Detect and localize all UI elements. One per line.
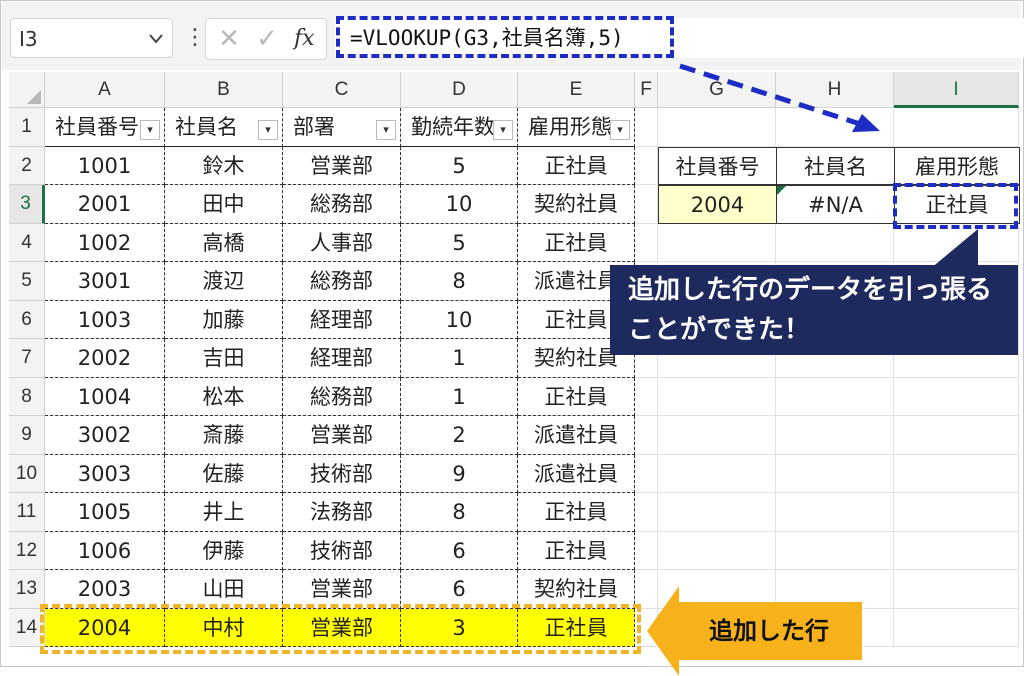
callout-pointer bbox=[930, 229, 978, 269]
added-row-label: 追加した行 bbox=[676, 602, 862, 660]
result-callout: 追加した行のデータを引っ張ることができた！ bbox=[610, 265, 1018, 355]
added-row-arrow-icon bbox=[647, 586, 679, 676]
